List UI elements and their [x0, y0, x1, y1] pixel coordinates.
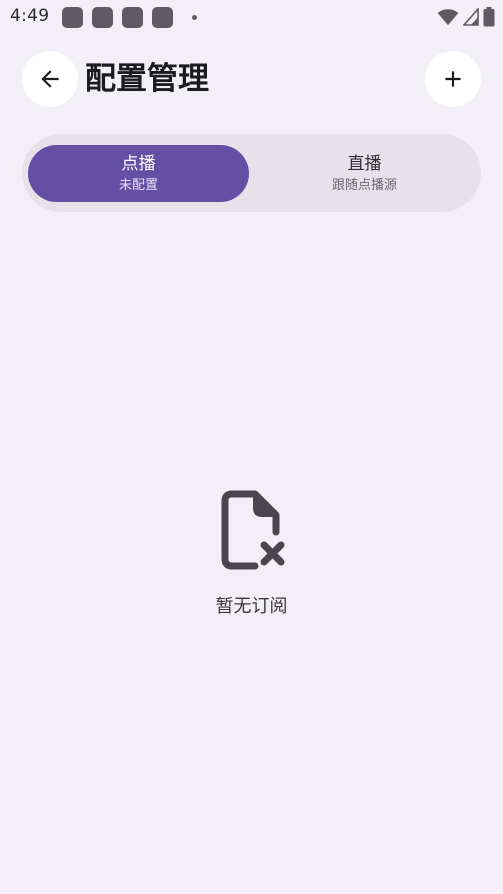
notification-icon: [92, 7, 113, 28]
status-time: 4:49: [10, 6, 50, 26]
arrow-back-icon: [41, 70, 59, 88]
wifi-icon: [437, 9, 459, 26]
system-icons: [437, 7, 495, 27]
tab-live-label: 直播: [347, 153, 382, 174]
page-title: 配置管理: [85, 61, 209, 97]
tab-live[interactable]: 直播 跟随点播源: [254, 145, 475, 202]
more-notifications-dot-icon: [192, 15, 197, 20]
tab-vod-label: 点播: [121, 153, 156, 174]
tab-vod-status: 未配置: [118, 177, 158, 193]
cellular-signal-icon: [463, 8, 479, 26]
tab-vod[interactable]: 点播 未配置: [28, 145, 249, 202]
battery-icon: [483, 7, 495, 27]
notification-icon: [62, 7, 83, 28]
tab-live-status: 跟随点播源: [331, 177, 397, 193]
notification-icon: [122, 7, 143, 28]
back-button[interactable]: [22, 51, 78, 107]
empty-state-message: 暂无订阅: [215, 596, 288, 617]
notification-icons: [62, 7, 197, 28]
add-button[interactable]: [425, 51, 481, 107]
file-remove-icon: [221, 490, 285, 570]
source-tabs: 点播 未配置 直播 跟随点播源: [22, 134, 481, 212]
status-bar: 4:49: [0, 0, 503, 34]
plus-icon: [445, 71, 461, 87]
notification-icon: [152, 7, 173, 28]
